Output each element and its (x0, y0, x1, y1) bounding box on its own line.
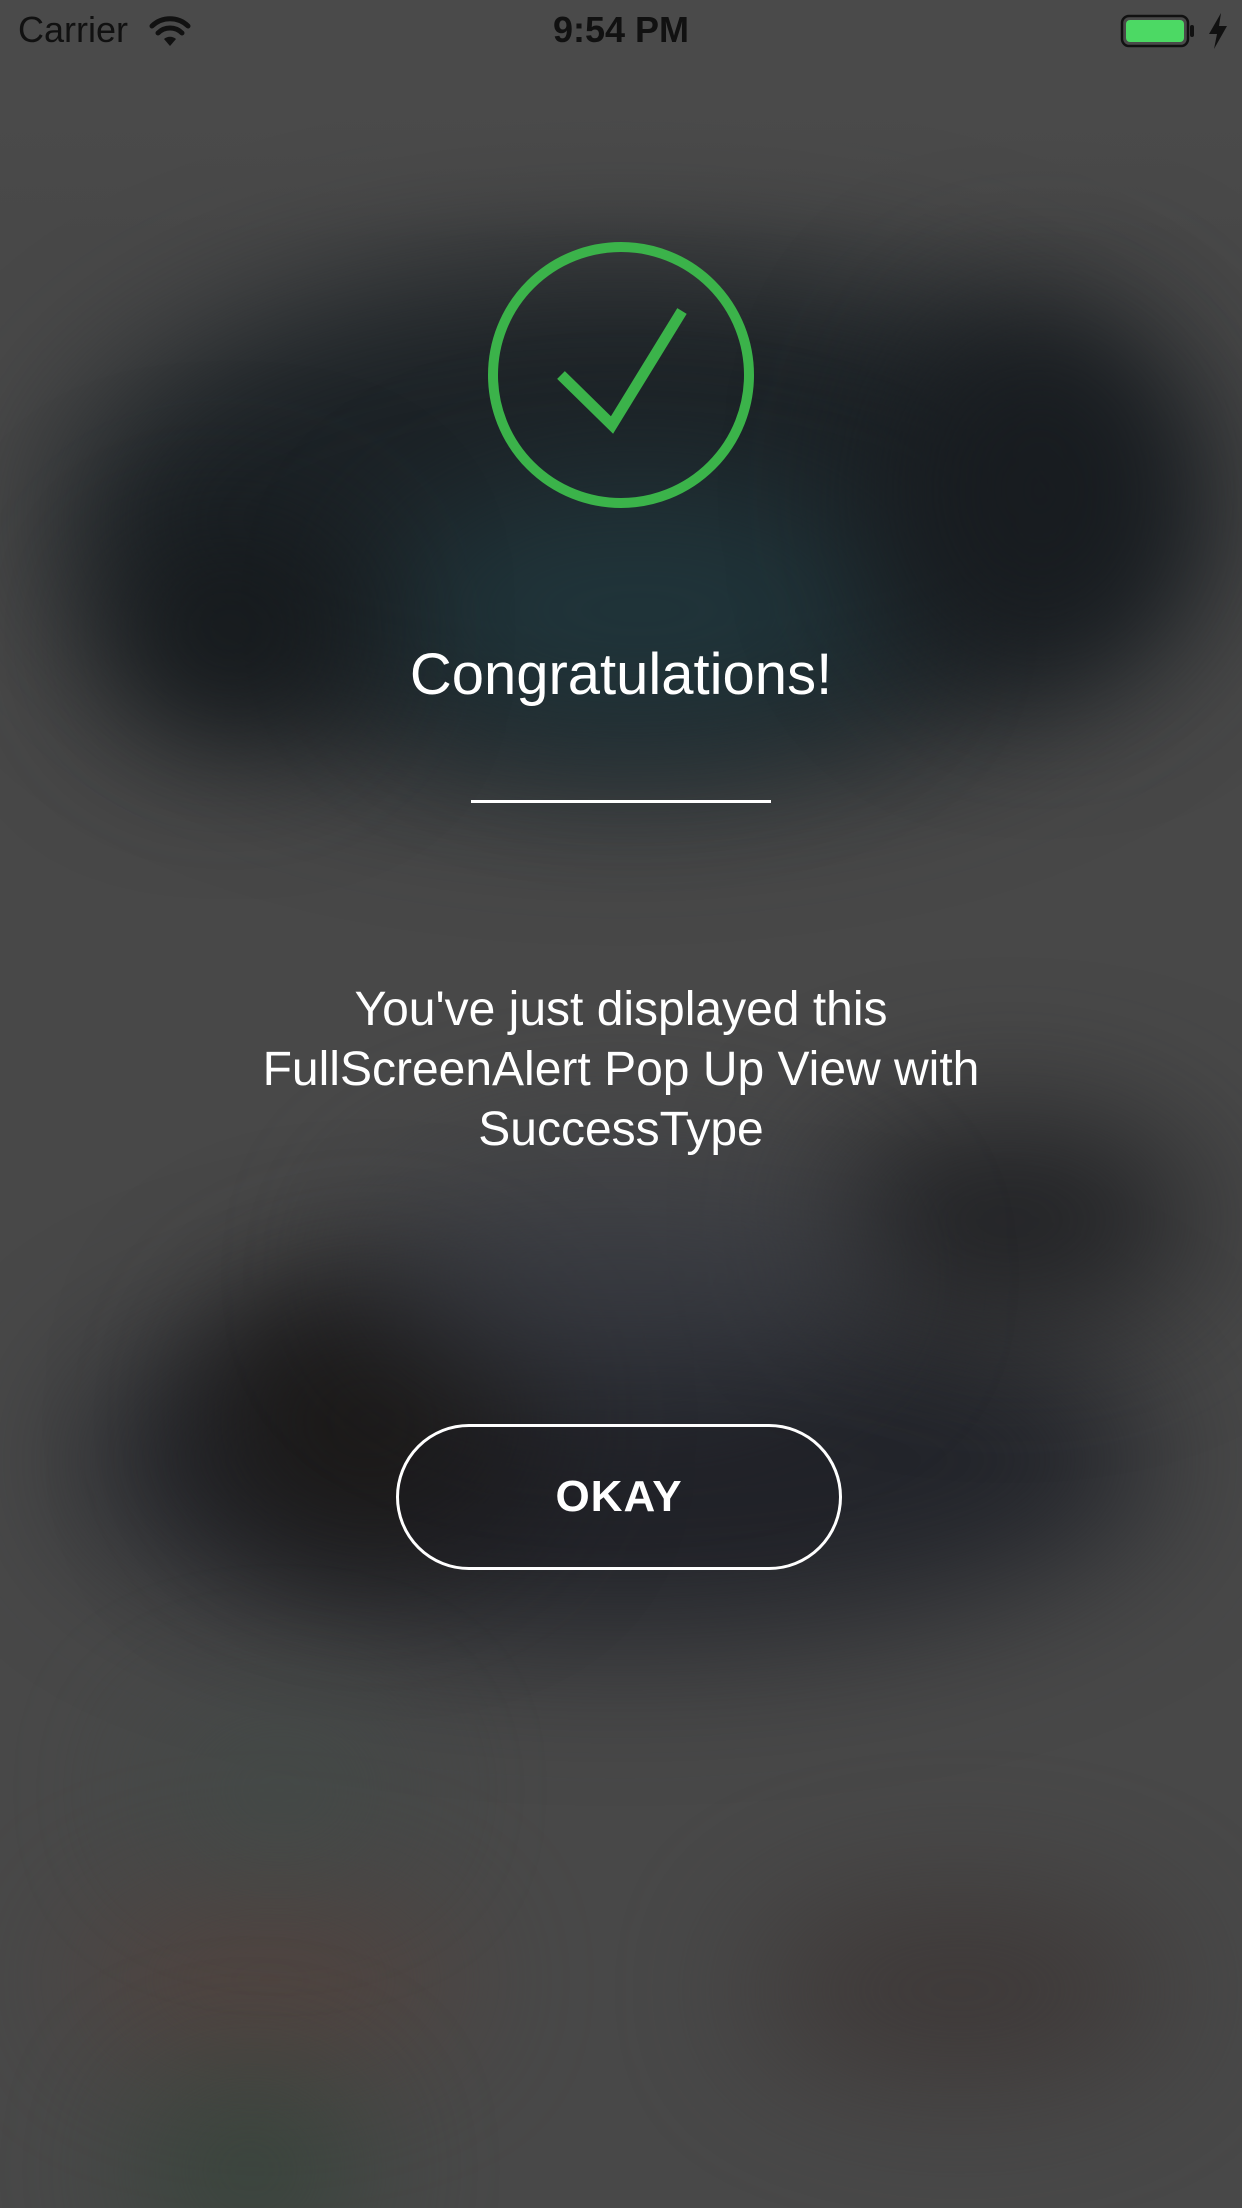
alert-message: You've just displayed this FullScreenAle… (262, 983, 980, 1156)
success-checkmark-icon (488, 242, 754, 508)
status-bar: Carrier 9:54 PM (0, 0, 1242, 60)
charging-bolt-icon (1209, 13, 1227, 49)
okay-button[interactable]: OKAY (396, 1424, 842, 1570)
alert-title: Congratulations! (409, 642, 833, 707)
battery-icon (1120, 14, 1194, 48)
title-divider (471, 800, 771, 803)
status-time: 9:54 PM (552, 9, 690, 50)
